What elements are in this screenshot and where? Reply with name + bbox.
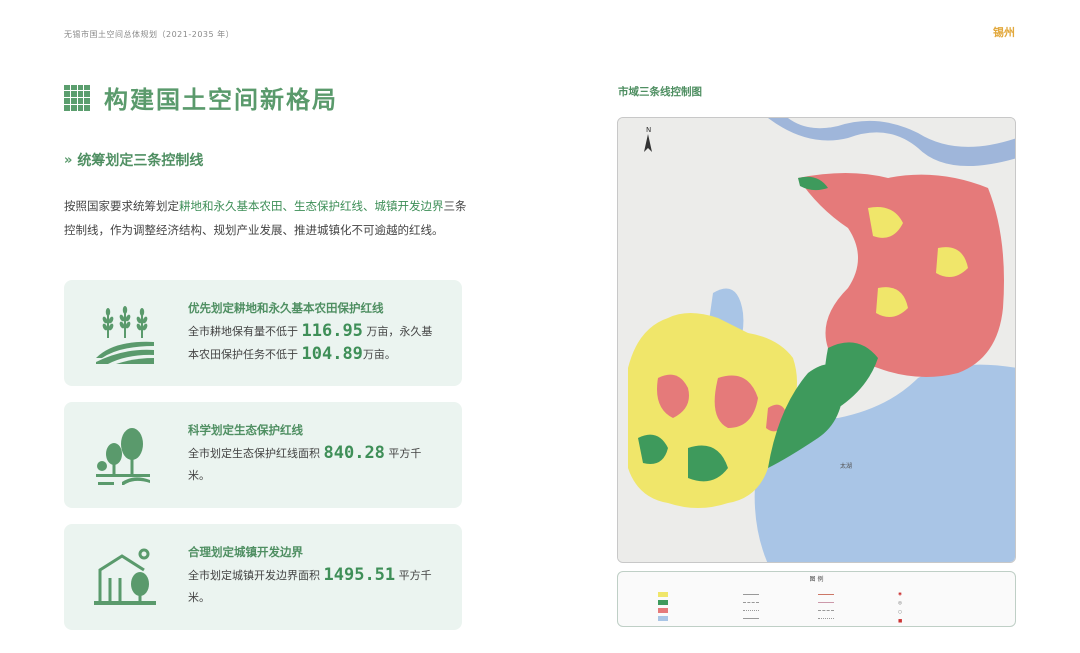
ecology-area-number: 840.28 — [323, 443, 385, 463]
town-building-icon — [94, 548, 156, 605]
page-title: 构建国土空间新格局 — [104, 85, 338, 114]
card-body: 全市划定城镇开发边界面积 1495.51 平方千米。 — [188, 564, 438, 609]
card-text: 全市划定生态保护红线面积 — [188, 447, 320, 460]
urban-boundary-number: 1495.51 — [323, 565, 396, 585]
legend-swatch-farmland — [658, 592, 672, 597]
legend-line — [818, 618, 838, 619]
basic-farmland-number: 104.89 — [301, 344, 363, 364]
card-urban: 合理划定城镇开发边界 全市划定城镇开发边界面积 1495.51 平方千米。 — [64, 524, 462, 630]
section-heading: » 统筹划定三条控制线 — [64, 150, 203, 170]
section-title: 统筹划定三条控制线 — [77, 153, 204, 169]
card-title: 合理划定城镇开发边界 — [188, 545, 303, 559]
lake-label: 太湖 — [840, 462, 852, 470]
card-text: 全市划定城镇开发边界面积 — [188, 569, 320, 582]
svg-text:N: N — [646, 126, 651, 134]
card-farmland: 优先划定耕地和永久基本农田保护红线 全市耕地保有量不低于 116.95 万亩，永… — [64, 280, 462, 386]
card-body: 全市耕地保有量不低于 116.95 万亩，永久基本农田保护任务不低于 104.8… — [188, 320, 438, 366]
title-grid-icon — [64, 84, 90, 111]
map-svg: N 太湖 — [618, 118, 1015, 562]
legend-title: 图 例 — [809, 576, 824, 583]
legend-line — [818, 594, 838, 595]
intro-paragraph: 按照国家要求统筹划定耕地和永久基本农田、生态保护红线、城镇开发边界三条控制线，作… — [64, 194, 474, 242]
legend-symbol: ◎ — [898, 601, 902, 606]
legend-symbol: ■ — [898, 619, 903, 624]
legend-swatch-urban — [658, 608, 672, 613]
card-body: 全市划定生态保护红线面积 840.28 平方千米。 — [188, 442, 438, 487]
trees-icon — [96, 428, 150, 485]
map-title: 市域三条线控制图 — [618, 86, 702, 98]
farmland-quota-number: 116.95 — [301, 321, 363, 341]
legend-symbol: ○ — [898, 610, 902, 615]
card-text: 全市耕地保有量不低于 — [188, 325, 298, 338]
legend-line — [743, 594, 763, 595]
card-ecology: 科学划定生态保护红线 全市划定生态保护红线面积 840.28 平方千米。 — [64, 402, 462, 508]
control-lines-map[interactable]: N 太湖 — [617, 117, 1016, 563]
legend-line — [743, 618, 763, 619]
wheat-field-icon — [96, 306, 154, 364]
document-header: 无锡市国土空间总体规划（2021-2035 年） — [64, 30, 235, 39]
intro-highlight: 耕地和永久基本农田、生态保护红线、城镇开发边界 — [179, 199, 444, 213]
map-legend: 图 例 ◉ ◎ ○ ■ — [617, 571, 1016, 627]
legend-line — [743, 610, 763, 611]
legend-line — [818, 610, 838, 611]
publisher-logo: 锡州 — [993, 26, 1015, 39]
card-title: 优先划定耕地和永久基本农田保护红线 — [188, 301, 384, 315]
card-title: 科学划定生态保护红线 — [188, 423, 303, 437]
legend-line — [743, 602, 763, 603]
card-text: 万亩。 — [362, 348, 396, 361]
double-chevron-icon: » — [64, 152, 73, 168]
page-title-block: 构建国土空间新格局 — [64, 80, 338, 115]
legend-symbol: ◉ — [898, 592, 902, 597]
legend-swatch-ecology — [658, 600, 672, 605]
intro-text-1: 按照国家要求统筹划定 — [64, 199, 179, 213]
legend-swatch-water — [658, 616, 672, 621]
legend-line — [818, 602, 838, 603]
